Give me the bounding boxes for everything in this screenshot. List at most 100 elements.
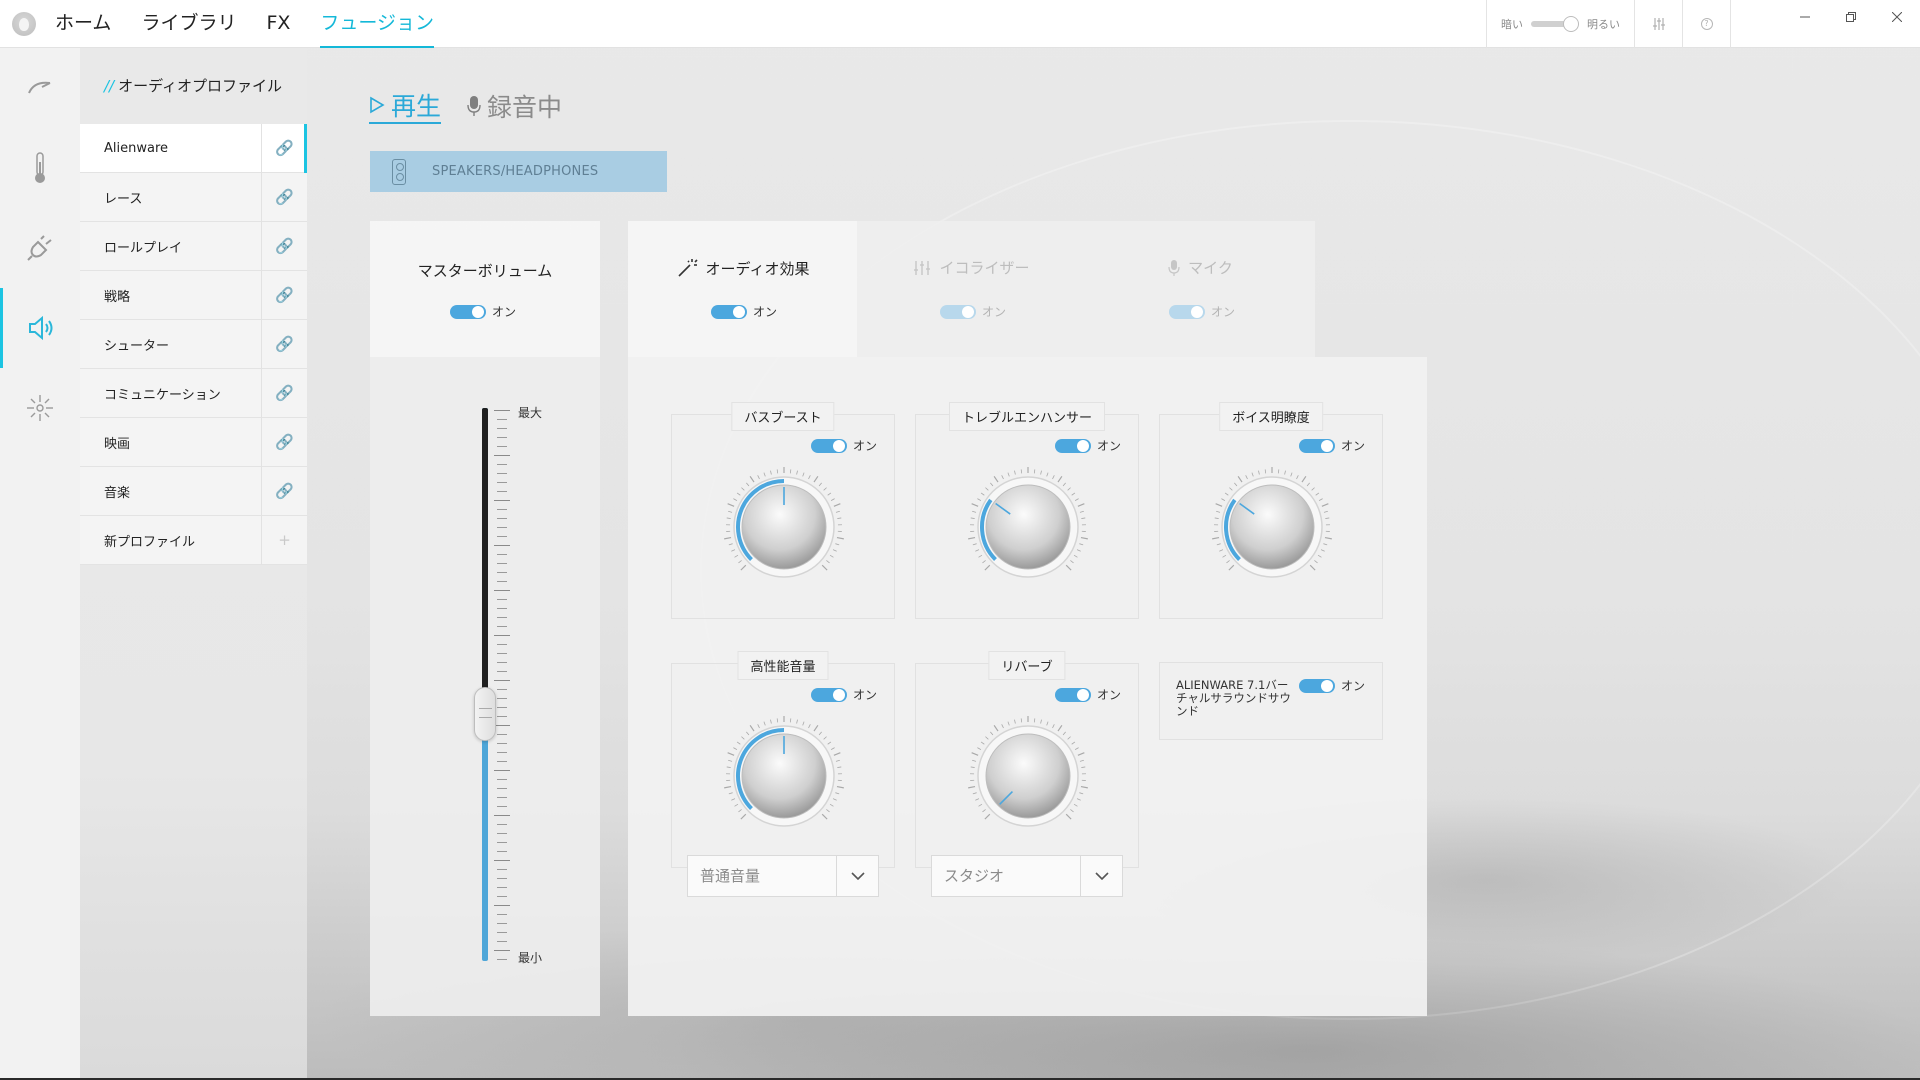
sliders-icon[interactable]: [1634, 0, 1682, 48]
profile-item[interactable]: Alienware 🔗: [80, 123, 307, 173]
knob-tick: [972, 543, 977, 546]
nav-library[interactable]: ライブラリ: [141, 0, 236, 48]
voice-clarity-toggle[interactable]: [1298, 438, 1335, 453]
reverb-toggle[interactable]: [1054, 687, 1091, 702]
knob-tick: [821, 813, 828, 820]
knob-tick: [1228, 564, 1235, 571]
tab-audio-effects[interactable]: オーディオ効果 オン: [628, 221, 857, 357]
nav-fusion[interactable]: フュージョン: [320, 0, 435, 48]
knob-tick: [972, 792, 977, 795]
volume-slider-thumb[interactable]: [474, 687, 496, 741]
knob-tick: [1070, 560, 1074, 564]
virtual-surround-toggle-label: オン: [1340, 679, 1365, 693]
knob-tick: [1290, 472, 1293, 477]
audio-icon[interactable]: [0, 288, 80, 368]
link-icon[interactable]: 🔗: [261, 221, 307, 271]
minimize-icon[interactable]: [1782, 0, 1828, 34]
treble-enhancer-knob[interactable]: [958, 467, 1098, 587]
profile-item[interactable]: 映画 🔗: [80, 417, 307, 467]
device-selector[interactable]: SPEAKERS/HEADPHONES: [370, 151, 667, 192]
equalizer-toggle[interactable]: [940, 304, 976, 319]
thermal-icon[interactable]: [0, 128, 80, 208]
link-icon[interactable]: 🔗: [261, 417, 307, 467]
voice-clarity-toggle-label: オン: [1340, 439, 1365, 453]
tab-playback[interactable]: 再生: [369, 88, 442, 124]
knob-tick: [978, 803, 983, 807]
mic-toggle[interactable]: [1169, 304, 1205, 319]
loudness-toggle-label: オン: [852, 688, 877, 702]
performance-icon[interactable]: [0, 48, 80, 128]
profile-item[interactable]: シューター 🔗: [80, 319, 307, 369]
tab-recording[interactable]: 録音中: [467, 88, 562, 124]
plus-icon[interactable]: +: [261, 515, 307, 565]
link-icon[interactable]: 🔗: [261, 123, 307, 173]
profile-item[interactable]: 新プロファイル +: [80, 515, 307, 565]
volume-slider-track[interactable]: [482, 408, 488, 961]
knob-tick: [1324, 536, 1332, 540]
master-volume-toggle[interactable]: [450, 304, 486, 319]
knob-tick: [835, 759, 840, 762]
help-icon[interactable]: ?: [1682, 0, 1730, 48]
audio-effects-toggle-label: オン: [753, 305, 778, 319]
loudness-toggle-group: オン: [810, 686, 877, 703]
audio-effects-toggle[interactable]: [711, 304, 747, 319]
knob-tick: [1065, 564, 1072, 571]
lighting-icon[interactable]: [0, 368, 80, 448]
nav-fx[interactable]: FX: [266, 0, 290, 48]
link-icon[interactable]: 🔗: [261, 368, 307, 418]
tab-mic[interactable]: マイク オン: [1086, 221, 1315, 357]
power-icon[interactable]: [0, 208, 80, 288]
profile-item[interactable]: ロールプレイ 🔗: [80, 221, 307, 271]
bass-boost-toggle[interactable]: [810, 438, 847, 453]
profile-label: コミュニケーション: [104, 387, 221, 403]
knob-tick: [731, 549, 736, 552]
treble-enhancer-title: トレブルエンハンサー: [948, 402, 1106, 431]
knob-tick: [749, 724, 755, 732]
knob-tick: [823, 487, 827, 491]
restore-icon[interactable]: [1828, 0, 1874, 34]
tab-playback-label: 再生: [391, 92, 442, 121]
profile-item[interactable]: 戦略 🔗: [80, 270, 307, 320]
audio-effects-label: オーディオ効果: [705, 259, 810, 278]
link-icon[interactable]: 🔗: [261, 466, 307, 516]
link-icon[interactable]: 🔗: [261, 172, 307, 222]
master-volume-toggle-label: オン: [492, 305, 517, 319]
equalizer-icon: [914, 260, 931, 275]
chevron-down-icon[interactable]: [836, 856, 878, 896]
knob-tick: [975, 798, 980, 801]
top-bar: ホーム ライブラリ FX フュージョン 暗い 明るい ?: [0, 0, 1920, 48]
voice-clarity-knob[interactable]: [1202, 467, 1342, 587]
bass-boost-knob[interactable]: [714, 467, 854, 587]
reverb-dropdown[interactable]: スタジオ: [931, 855, 1123, 897]
close-icon[interactable]: [1874, 0, 1920, 34]
knob-tick: [830, 498, 835, 501]
tab-equalizer[interactable]: イコライザー オン: [857, 221, 1086, 357]
loudness-knob[interactable]: [714, 716, 854, 836]
knob-tick: [1014, 470, 1016, 475]
knob-tick: [1212, 536, 1220, 540]
knob-tick: [1079, 792, 1084, 795]
reverb-knob[interactable]: [958, 716, 1098, 836]
knob-tick: [1321, 503, 1329, 507]
link-icon[interactable]: 🔗: [261, 270, 307, 320]
brightness-control: 暗い 明るい: [1486, 0, 1634, 48]
loudness-toggle[interactable]: [810, 687, 847, 702]
profile-item[interactable]: 音楽 🔗: [80, 466, 307, 516]
nav-home[interactable]: ホーム: [55, 0, 111, 48]
profile-item[interactable]: レース 🔗: [80, 172, 307, 222]
profile-item[interactable]: コミュニケーション 🔗: [80, 368, 307, 418]
volume-slider[interactable]: 最大 最小: [370, 357, 600, 1016]
knob-tick: [835, 792, 840, 795]
loudness-dropdown[interactable]: 普通音量: [687, 855, 879, 897]
knob-tick: [835, 543, 840, 546]
treble-enhancer-toggle[interactable]: [1054, 438, 1091, 453]
knob-tick: [728, 543, 733, 546]
knob-tick: [826, 560, 830, 564]
brightness-toggle[interactable]: [1531, 16, 1579, 32]
audio-effects-toggle-group: オン: [711, 303, 777, 320]
virtual-surround-toggle[interactable]: [1298, 678, 1335, 693]
chevron-down-icon[interactable]: [1080, 856, 1122, 896]
knob-tick: [741, 736, 745, 740]
link-icon[interactable]: 🔗: [261, 319, 307, 369]
knob-tick: [1079, 543, 1084, 546]
